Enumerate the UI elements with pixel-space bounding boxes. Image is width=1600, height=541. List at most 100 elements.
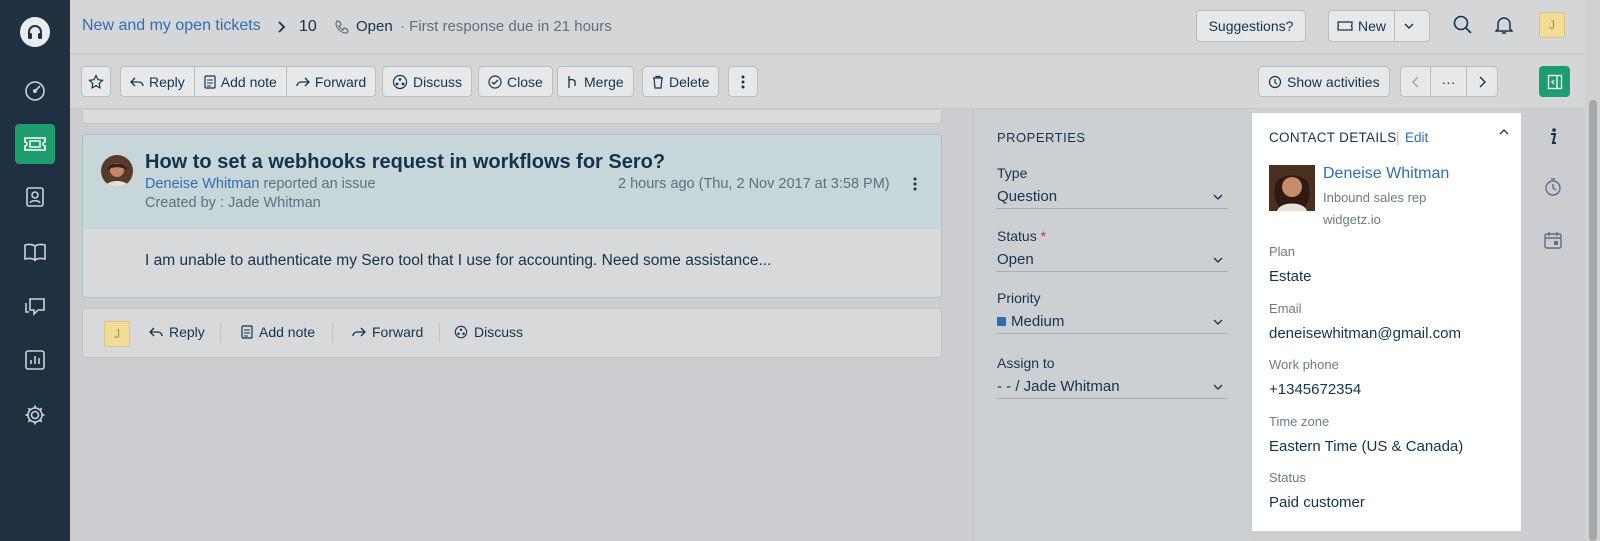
reply-button[interactable]: Reply bbox=[121, 67, 195, 96]
requester-name-link[interactable]: Deneise Whitman bbox=[145, 176, 259, 192]
email-field: Email deneisewhitman@gmail.com bbox=[1269, 301, 1461, 342]
ticket-pager: ··· bbox=[1400, 66, 1498, 97]
ticket-body: I am unable to authenticate my Sero tool… bbox=[145, 252, 772, 269]
status-select[interactable]: Open bbox=[997, 248, 1227, 272]
info-icon[interactable] bbox=[1543, 126, 1563, 146]
suggestions-button[interactable]: Suggestions? bbox=[1196, 10, 1306, 42]
type-value: Question bbox=[997, 188, 1058, 205]
timer-icon[interactable] bbox=[1543, 177, 1563, 197]
bell-icon[interactable] bbox=[1495, 15, 1513, 35]
phone-label: Work phone bbox=[1269, 357, 1339, 372]
kebab-menu-icon bbox=[741, 75, 745, 89]
user-avatar[interactable]: J bbox=[1539, 12, 1565, 38]
forward-action[interactable]: Forward bbox=[352, 324, 423, 340]
previous-ticket-button[interactable] bbox=[1401, 67, 1431, 96]
add-note-label: Add note bbox=[220, 73, 277, 90]
reply-action[interactable]: Reply bbox=[149, 324, 205, 340]
history-clock-icon bbox=[1268, 75, 1282, 89]
close-ticket-button[interactable]: Close bbox=[478, 66, 553, 97]
settings-gear-icon[interactable] bbox=[15, 395, 55, 435]
status-label: Status * bbox=[997, 228, 1227, 244]
type-field: Type Question bbox=[997, 165, 1227, 209]
phone-field: Work phone +1345672354 bbox=[1269, 357, 1361, 398]
status-field: Status * Open bbox=[997, 228, 1227, 272]
show-activities-button[interactable]: Show activities bbox=[1258, 66, 1390, 97]
chevron-down-icon bbox=[1213, 318, 1223, 326]
requester-avatar bbox=[101, 155, 133, 187]
trash-icon bbox=[652, 75, 664, 89]
calendar-icon[interactable] bbox=[1543, 230, 1563, 250]
search-icon[interactable] bbox=[1453, 15, 1473, 35]
merge-label: Merge bbox=[584, 73, 624, 90]
reports-icon[interactable] bbox=[15, 340, 55, 380]
breadcrumb-link[interactable]: New and my open tickets bbox=[82, 17, 261, 35]
page-scrollbar[interactable] bbox=[1585, 0, 1600, 541]
discuss-icon bbox=[454, 325, 468, 339]
forward-label: Forward bbox=[314, 73, 367, 90]
forward-icon bbox=[352, 326, 366, 338]
priority-value: Medium bbox=[1011, 313, 1065, 330]
tickets-icon[interactable] bbox=[15, 124, 55, 164]
kebab-menu-icon[interactable] bbox=[913, 177, 917, 191]
reporter-line: Deneise Whitman reported an issue bbox=[145, 176, 376, 192]
forums-icon[interactable] bbox=[15, 286, 55, 326]
chevron-down-icon[interactable] bbox=[1395, 22, 1423, 30]
contacts-icon[interactable] bbox=[15, 177, 55, 217]
show-activities-label: Show activities bbox=[1287, 73, 1380, 90]
edit-contact-link[interactable]: Edit bbox=[1405, 130, 1428, 145]
discuss-action[interactable]: Discuss bbox=[454, 324, 523, 340]
customer-status-field: Status Paid customer bbox=[1269, 470, 1365, 511]
ticket-description-card: How to set a webhooks request in workflo… bbox=[82, 134, 942, 298]
assign-select[interactable]: - - / Jade Whitman bbox=[997, 375, 1227, 399]
headset-logo-icon[interactable] bbox=[20, 17, 50, 47]
forward-button[interactable]: Forward bbox=[287, 67, 375, 96]
chevron-right-icon bbox=[277, 18, 287, 36]
delete-button[interactable]: Delete bbox=[642, 66, 720, 97]
contact-details-panel: CONTACT DETAILS | Edit Deneise Whitman I… bbox=[1252, 113, 1521, 531]
ticket-id: 10 bbox=[299, 18, 317, 35]
merge-icon bbox=[567, 75, 579, 89]
email-label: Email bbox=[1269, 301, 1302, 316]
contact-role: Inbound sales rep bbox=[1323, 190, 1427, 205]
required-asterisk: * bbox=[1040, 228, 1047, 244]
more-actions-button[interactable] bbox=[728, 66, 758, 97]
more-tickets-button[interactable]: ··· bbox=[1431, 67, 1467, 96]
add-note-action-label: Add note bbox=[259, 324, 316, 340]
assign-label: Assign to bbox=[997, 355, 1055, 371]
star-button[interactable] bbox=[81, 66, 111, 97]
status-value: Open bbox=[997, 251, 1034, 268]
star-icon bbox=[88, 73, 104, 90]
new-button[interactable]: New bbox=[1328, 10, 1430, 42]
chevron-down-icon bbox=[1213, 193, 1223, 201]
note-icon bbox=[204, 74, 216, 89]
reply-label: Reply bbox=[149, 73, 185, 90]
merge-button[interactable]: Merge bbox=[557, 66, 634, 97]
chevron-right-icon bbox=[1478, 76, 1486, 88]
knowledge-base-icon[interactable] bbox=[15, 232, 55, 272]
collapse-chevron-up-icon[interactable] bbox=[1499, 128, 1509, 136]
agent-avatar: J bbox=[104, 321, 130, 347]
chevron-left-icon bbox=[1411, 76, 1420, 88]
close-label: Close bbox=[507, 73, 543, 90]
previous-message-edge bbox=[82, 110, 942, 124]
add-note-action[interactable]: Add note bbox=[241, 324, 315, 340]
dashboard-icon[interactable] bbox=[15, 71, 55, 111]
type-select[interactable]: Question bbox=[997, 185, 1227, 209]
customer-status-label: Status bbox=[1269, 470, 1306, 485]
status-label-text: Status bbox=[997, 228, 1037, 244]
due-text: · First response due in 21 hours bbox=[400, 18, 612, 35]
check-circle-icon bbox=[488, 74, 502, 89]
priority-select[interactable]: Medium bbox=[997, 310, 1227, 334]
next-ticket-button[interactable] bbox=[1467, 67, 1497, 96]
discuss-label: Discuss bbox=[413, 73, 463, 90]
priority-color-indicator bbox=[997, 317, 1006, 326]
scrollbar-thumb[interactable] bbox=[1589, 100, 1597, 541]
toggle-sidebar-button[interactable] bbox=[1539, 66, 1570, 97]
contact-name-link[interactable]: Deneise Whitman bbox=[1323, 165, 1449, 183]
add-note-button[interactable]: Add note bbox=[195, 67, 287, 96]
contact-details-title: CONTACT DETAILS bbox=[1269, 130, 1397, 145]
discuss-button[interactable]: Discuss bbox=[382, 66, 473, 97]
reply-icon bbox=[130, 76, 144, 88]
discuss-action-label: Discuss bbox=[474, 324, 524, 340]
timezone-field: Time zone Eastern Time (US & Canada) bbox=[1269, 414, 1463, 455]
